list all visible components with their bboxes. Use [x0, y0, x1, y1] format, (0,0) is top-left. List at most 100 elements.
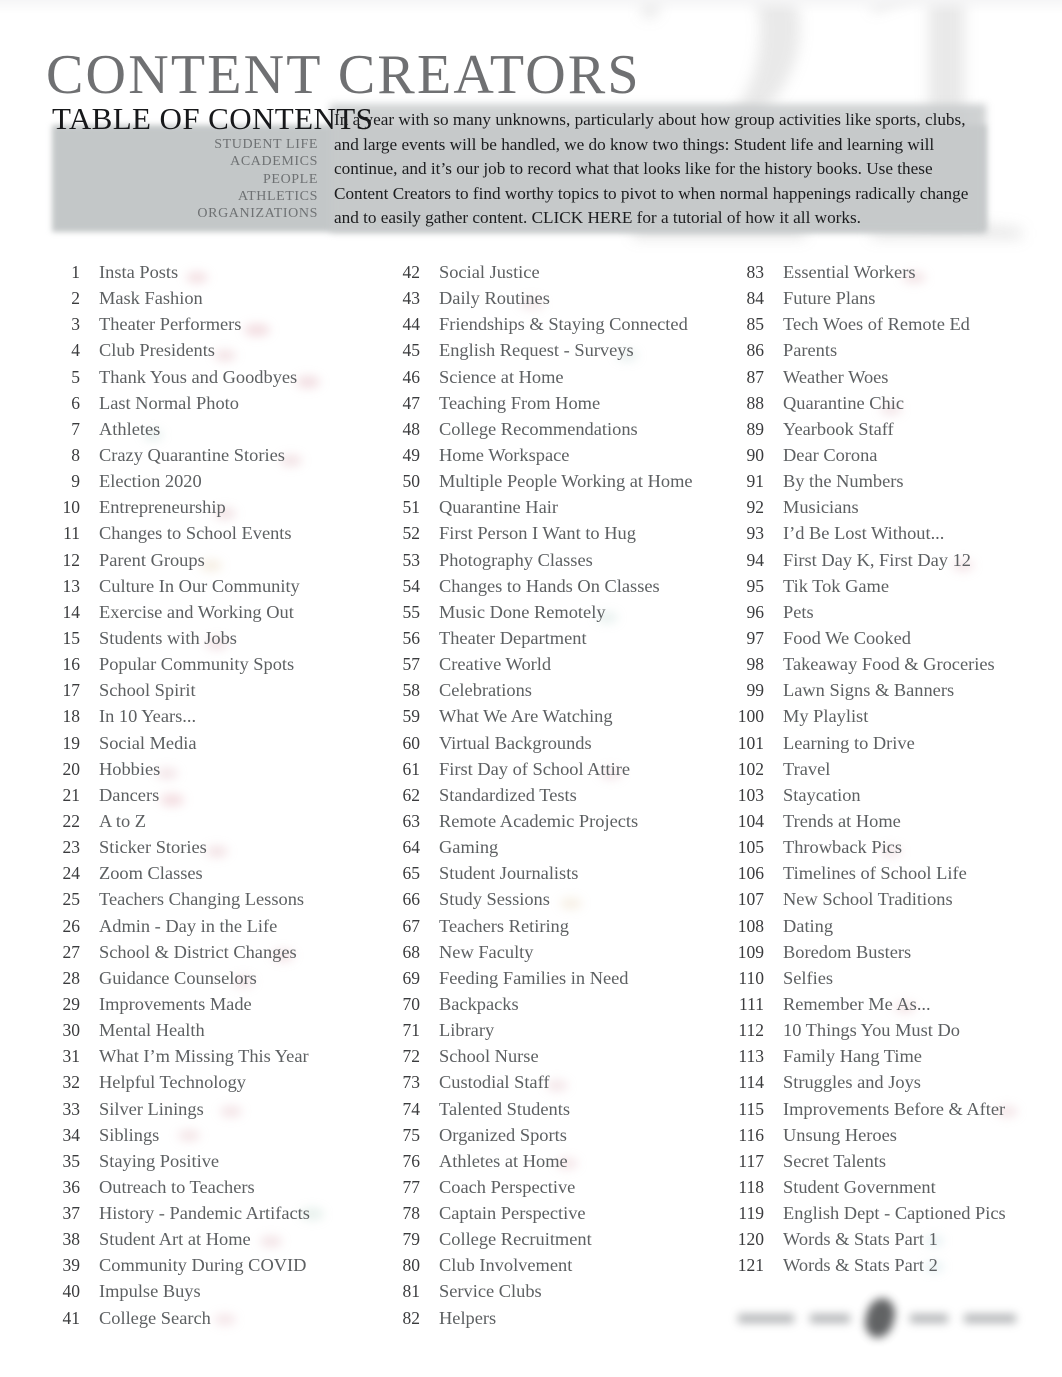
toc-entry[interactable]: 68 New Faculty — [376, 942, 716, 968]
toc-entry[interactable]: 67 Teachers Retiring — [376, 916, 716, 942]
toc-entry[interactable]: 88 Quarantine Chic — [716, 393, 1042, 419]
toc-entry[interactable]: 32 Helpful Technology — [36, 1072, 376, 1098]
toc-entry[interactable]: 1 Insta Posts — [36, 262, 376, 288]
toc-entry[interactable]: 71 Library — [376, 1020, 716, 1046]
toc-entry[interactable]: 72 School Nurse — [376, 1046, 716, 1072]
toc-entry[interactable]: 49 Home Workspace — [376, 445, 716, 471]
toc-entry[interactable]: 38 Student Art at Home — [36, 1229, 376, 1255]
toc-entry[interactable]: 54 Changes to Hands On Classes — [376, 576, 716, 602]
toc-entry[interactable]: 15 Students with Jobs — [36, 628, 376, 654]
toc-entry[interactable]: 2 Mask Fashion — [36, 288, 376, 314]
toc-entry[interactable]: 10 Entrepreneurship — [36, 497, 376, 523]
toc-entry[interactable]: 81 Service Clubs — [376, 1281, 716, 1307]
toc-entry[interactable]: 108 Dating — [716, 916, 1042, 942]
toc-entry[interactable]: 53 Photography Classes — [376, 550, 716, 576]
toc-entry[interactable]: 102 Travel — [716, 759, 1042, 785]
toc-entry[interactable]: 101 Learning to Drive — [716, 733, 1042, 759]
toc-entry[interactable]: 74 Talented Students — [376, 1099, 716, 1125]
toc-entry[interactable]: 119 English Dept - Captioned Pics — [716, 1203, 1042, 1229]
toc-entry[interactable]: 61 First Day of School Attire — [376, 759, 716, 785]
toc-entry[interactable]: 8 Crazy Quarantine Stories — [36, 445, 376, 471]
toc-entry[interactable]: 22 A to Z — [36, 811, 376, 837]
toc-entry[interactable]: 104 Trends at Home — [716, 811, 1042, 837]
toc-entry[interactable]: 5 Thank Yous and Goodbyes — [36, 367, 376, 393]
toc-entry[interactable]: 110 Selfies — [716, 968, 1042, 994]
toc-entry[interactable]: 3 Theater Performers — [36, 314, 376, 340]
toc-entry[interactable]: 28 Guidance Counselors — [36, 968, 376, 994]
toc-entry[interactable]: 75 Organized Sports — [376, 1125, 716, 1151]
toc-entry[interactable]: 111 Remember Me As... — [716, 994, 1042, 1020]
toc-entry[interactable]: 29 Improvements Made — [36, 994, 376, 1020]
toc-entry[interactable]: 91 By the Numbers — [716, 471, 1042, 497]
toc-entry[interactable]: 26 Admin - Day in the Life — [36, 916, 376, 942]
toc-entry[interactable]: 86 Parents — [716, 340, 1042, 366]
toc-entry[interactable]: 63 Remote Academic Projects — [376, 811, 716, 837]
toc-entry[interactable]: 20 Hobbies — [36, 759, 376, 785]
toc-entry[interactable]: 97 Food We Cooked — [716, 628, 1042, 654]
toc-entry[interactable]: 31 What I’m Missing This Year — [36, 1046, 376, 1072]
toc-entry[interactable]: 78 Captain Perspective — [376, 1203, 716, 1229]
toc-entry[interactable]: 93 I’d Be Lost Without... — [716, 523, 1042, 549]
toc-entry[interactable]: 107 New School Traditions — [716, 889, 1042, 915]
toc-entry[interactable]: 98 Takeaway Food & Groceries — [716, 654, 1042, 680]
toc-entry[interactable]: 14 Exercise and Working Out — [36, 602, 376, 628]
toc-entry[interactable]: 7 Athletes — [36, 419, 376, 445]
toc-entry[interactable]: 35 Staying Positive — [36, 1151, 376, 1177]
toc-entry[interactable]: 33 Silver Linings — [36, 1099, 376, 1125]
toc-entry[interactable]: 90 Dear Corona — [716, 445, 1042, 471]
toc-entry[interactable]: 120 Words & Stats Part 1 — [716, 1229, 1042, 1255]
toc-entry[interactable]: 94 First Day K, First Day 12 — [716, 550, 1042, 576]
toc-entry[interactable]: 85 Tech Woes of Remote Ed — [716, 314, 1042, 340]
toc-entry[interactable]: 23 Sticker Stories — [36, 837, 376, 863]
toc-entry[interactable]: 48 College Recommendations — [376, 419, 716, 445]
toc-entry[interactable]: 45 English Request - Surveys — [376, 340, 716, 366]
toc-entry[interactable]: 66 Study Sessions — [376, 889, 716, 915]
toc-entry[interactable]: 50 Multiple People Working at Home — [376, 471, 716, 497]
toc-entry[interactable]: 115 Improvements Before & After — [716, 1099, 1042, 1125]
toc-entry[interactable]: 106 Timelines of School Life — [716, 863, 1042, 889]
toc-entry[interactable]: 83 Essential Workers — [716, 262, 1042, 288]
toc-entry[interactable]: 114 Struggles and Joys — [716, 1072, 1042, 1098]
toc-entry[interactable]: 105 Throwback Pics — [716, 837, 1042, 863]
toc-entry[interactable]: 44 Friendships & Staying Connected — [376, 314, 716, 340]
toc-entry[interactable]: 70 Backpacks — [376, 994, 716, 1020]
toc-entry[interactable]: 56 Theater Department — [376, 628, 716, 654]
toc-entry[interactable]: 118 Student Government — [716, 1177, 1042, 1203]
toc-entry[interactable]: 11 Changes to School Events — [36, 523, 376, 549]
toc-entry[interactable]: 109 Boredom Busters — [716, 942, 1042, 968]
toc-entry[interactable]: 69 Feeding Families in Need — [376, 968, 716, 994]
toc-entry[interactable]: 60 Virtual Backgrounds — [376, 733, 716, 759]
toc-entry[interactable]: 41 College Search — [36, 1308, 376, 1334]
toc-entry[interactable]: 34 Siblings — [36, 1125, 376, 1151]
toc-entry[interactable]: 64 Gaming — [376, 837, 716, 863]
toc-entry[interactable]: 4 Club Presidents — [36, 340, 376, 366]
toc-entry[interactable]: 99 Lawn Signs & Banners — [716, 680, 1042, 706]
toc-entry[interactable]: 79 College Recruitment — [376, 1229, 716, 1255]
toc-entry[interactable]: 89 Yearbook Staff — [716, 419, 1042, 445]
toc-entry[interactable]: 95 Tik Tok Game — [716, 576, 1042, 602]
toc-entry[interactable]: 39 Community During COVID — [36, 1255, 376, 1281]
toc-entry[interactable]: 117 Secret Talents — [716, 1151, 1042, 1177]
toc-entry[interactable]: 76 Athletes at Home — [376, 1151, 716, 1177]
toc-entry[interactable]: 42 Social Justice — [376, 262, 716, 288]
toc-entry[interactable]: 65 Student Journalists — [376, 863, 716, 889]
toc-entry[interactable]: 12 Parent Groups — [36, 550, 376, 576]
toc-entry[interactable]: 46 Science at Home — [376, 367, 716, 393]
toc-entry[interactable]: 73 Custodial Staff — [376, 1072, 716, 1098]
toc-entry[interactable]: 47 Teaching From Home — [376, 393, 716, 419]
toc-entry[interactable]: 13 Culture In Our Community — [36, 576, 376, 602]
toc-entry[interactable]: 25 Teachers Changing Lessons — [36, 889, 376, 915]
toc-entry[interactable]: 112 10 Things You Must Do — [716, 1020, 1042, 1046]
toc-entry[interactable]: 113 Family Hang Time — [716, 1046, 1042, 1072]
toc-entry[interactable]: 36 Outreach to Teachers — [36, 1177, 376, 1203]
toc-entry[interactable]: 37 History - Pandemic Artifacts — [36, 1203, 376, 1229]
toc-entry[interactable]: 55 Music Done Remotely — [376, 602, 716, 628]
toc-entry[interactable]: 40 Impulse Buys — [36, 1281, 376, 1307]
toc-entry[interactable]: 51 Quarantine Hair — [376, 497, 716, 523]
toc-entry[interactable]: 87 Weather Woes — [716, 367, 1042, 393]
toc-entry[interactable]: 17 School Spirit — [36, 680, 376, 706]
toc-entry[interactable]: 62 Standardized Tests — [376, 785, 716, 811]
toc-entry[interactable]: 9 Election 2020 — [36, 471, 376, 497]
toc-entry[interactable]: 6 Last Normal Photo — [36, 393, 376, 419]
toc-entry[interactable]: 121 Words & Stats Part 2 — [716, 1255, 1042, 1281]
